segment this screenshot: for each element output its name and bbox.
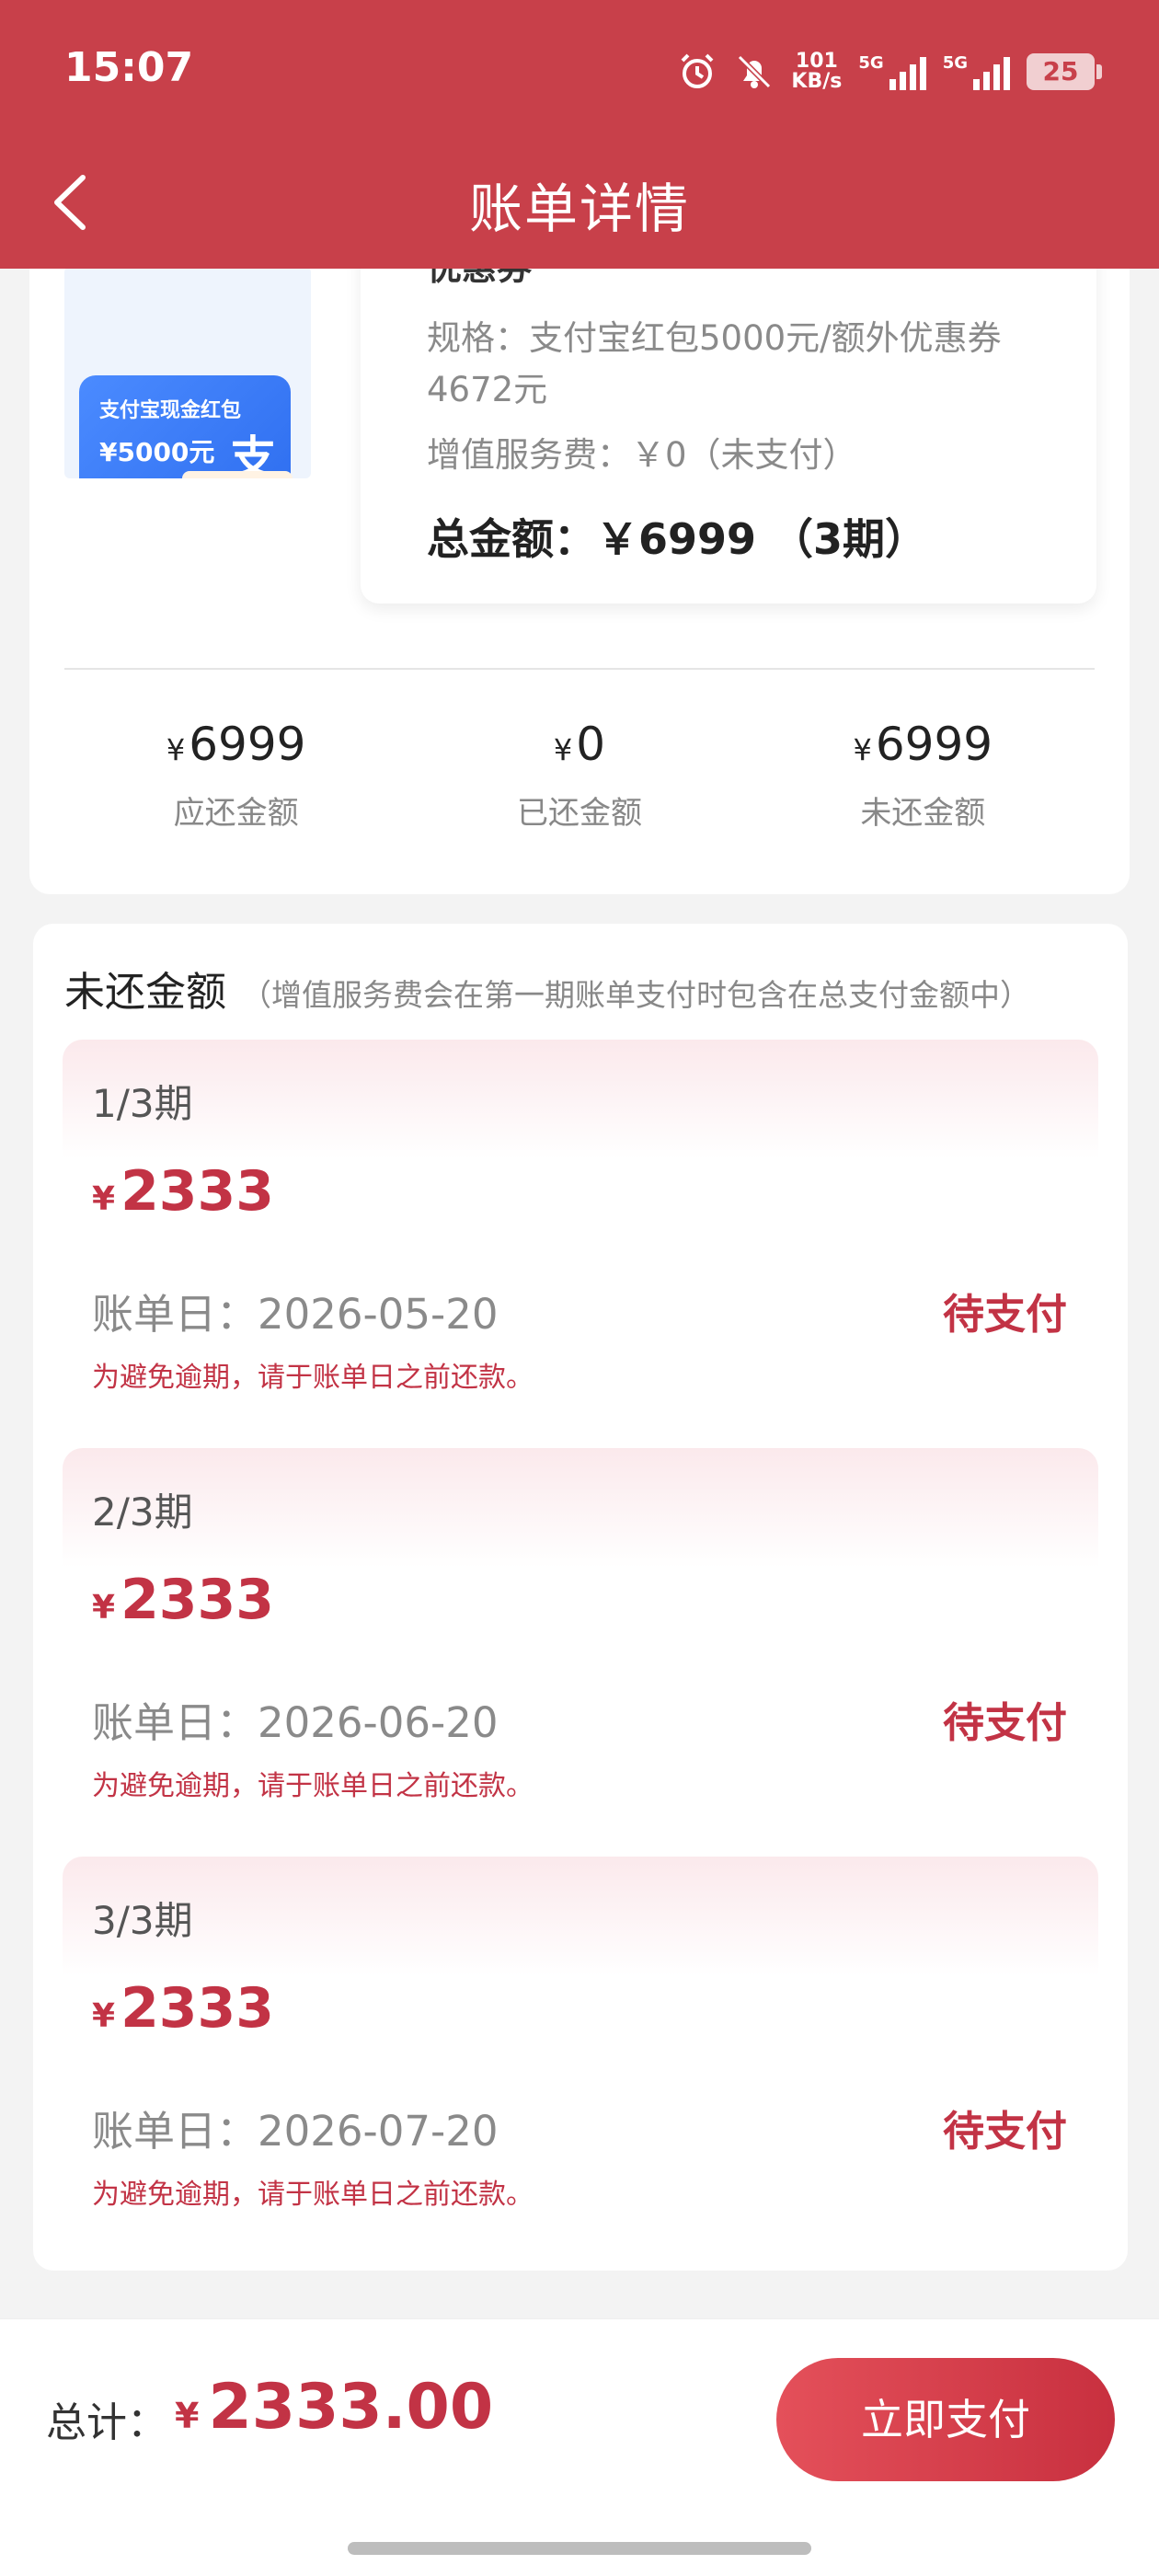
thumbnail-amount: ¥5000元 [99,437,215,467]
service-fee: 增值服务费：￥0（未支付） [427,435,857,475]
total-label: 总计： [46,2399,167,2446]
page-title: 账单详情 [468,178,690,240]
alipay-logo-icon: 支 [230,431,276,478]
net-speed-unit: KB/s [791,70,843,93]
status-icons: 101 KB/s 5G 5G 25 [677,44,1102,99]
divider [64,668,1095,670]
installment-tip: 为避免逾期，请于账单日之前还款。 [92,1362,534,1394]
installment-due-date: 账单日：2026-07-20 [92,2107,499,2156]
network-speed: 101 KB/s [791,52,842,92]
mute-bell-icon [738,54,772,89]
signal-5g-1-icon: 5G [858,53,926,90]
installment-status[interactable]: 待支付 [943,1689,1067,1749]
installment-due-date: 账单日：2026-05-20 [92,1290,499,1339]
installments-section: 未还金额 （增值服务费会在第一期账单支付时包含在总支付金额中） 1/3期 ¥23… [33,924,1128,2271]
stat-unpaid: ¥6999 未还金额 [752,718,1095,833]
thumbnail-red-packet-card: 支付宝现金红包 ¥5000元 支 [79,375,291,478]
installment-status[interactable]: 待支付 [943,1281,1067,1340]
installment-period: 3/3期 [92,1898,193,1943]
checkout-bar: 总计： ¥2333.00 立即支付 [0,2318,1159,2576]
total-amount-line: 总金额：￥6999 （3期） [427,514,928,564]
net-speed-value: 101 [795,50,838,73]
stat-due: ¥6999 应还金额 [64,718,407,833]
alarm-icon [682,53,714,88]
bill-summary-card: 支付宝现金红包 ¥5000元 支 优酷 优惠券 规格：支付宝红包5000元/额外… [29,202,1130,894]
stat-paid-label: 已还金额 [516,795,642,832]
installment-status[interactable]: 待支付 [943,2098,1067,2157]
installment-amount: ¥2333 [92,1976,275,2041]
thumbnail-title: 支付宝现金红包 [99,399,242,422]
youku-tag: 优酷 [182,471,293,478]
installment-card[interactable]: 3/3期 ¥2333 账单日：2026-07-20 待支付 为避免逾期，请于账单… [63,1857,1098,2234]
installment-card[interactable]: 2/3期 ¥2333 账单日：2026-06-20 待支付 为避免逾期，请于账单… [63,1448,1098,1825]
repayment-stats: ¥6999 应还金额 ¥0 已还金额 ¥6999 未还金额 [64,718,1095,833]
installment-card[interactable]: 1/3期 ¥2333 账单日：2026-05-20 待支付 为避免逾期，请于账单… [63,1040,1098,1417]
installment-tip: 为避免逾期，请于账单日之前还款。 [92,1770,534,1802]
installment-due-date: 账单日：2026-06-20 [92,1698,499,1747]
installment-tip: 为避免逾期，请于账单日之前还款。 [92,2179,534,2211]
product-thumbnail[interactable]: 支付宝现金红包 ¥5000元 支 优酷 [64,267,311,478]
installment-period: 2/3期 [92,1489,193,1535]
installments-note: （增值服务费会在第一期账单支付时包含在总支付金额中） [241,977,1030,1013]
stat-paid-value: 0 [576,718,606,771]
stat-unpaid-value: 6999 [875,718,993,771]
currency-symbol: ¥ [853,732,872,767]
installment-amount: ¥2333 [92,1568,275,1632]
total-amount: ¥2333.00 [175,2371,494,2444]
installment-period: 1/3期 [92,1081,193,1126]
stat-paid: ¥0 已还金额 [407,718,751,833]
app-header: 15:07 101 KB/s 5G 5G 25 账单详情 [0,0,1159,269]
product-spec: 规格：支付宝红包5000元/额外优惠券4672元 [427,318,1002,409]
stat-unpaid-label: 未还金额 [860,795,986,832]
currency-symbol: ¥ [553,732,573,767]
installment-amount: ¥2333 [92,1159,275,1224]
stat-due-value: 6999 [189,718,306,771]
installments-header: 未还金额 （增值服务费会在第一期账单支付时包含在总支付金额中） [64,959,1030,1018]
stat-due-label: 应还金额 [173,795,299,832]
pay-now-button[interactable]: 立即支付 [776,2358,1115,2481]
currency-symbol: ¥ [166,732,186,767]
status-time: 15:07 [64,44,194,91]
signal-5g-2-icon: 5G [943,53,1010,90]
installments-title: 未还金额 [64,969,226,1016]
battery-icon: 25 [1027,53,1102,90]
home-indicator[interactable] [348,2542,811,2555]
